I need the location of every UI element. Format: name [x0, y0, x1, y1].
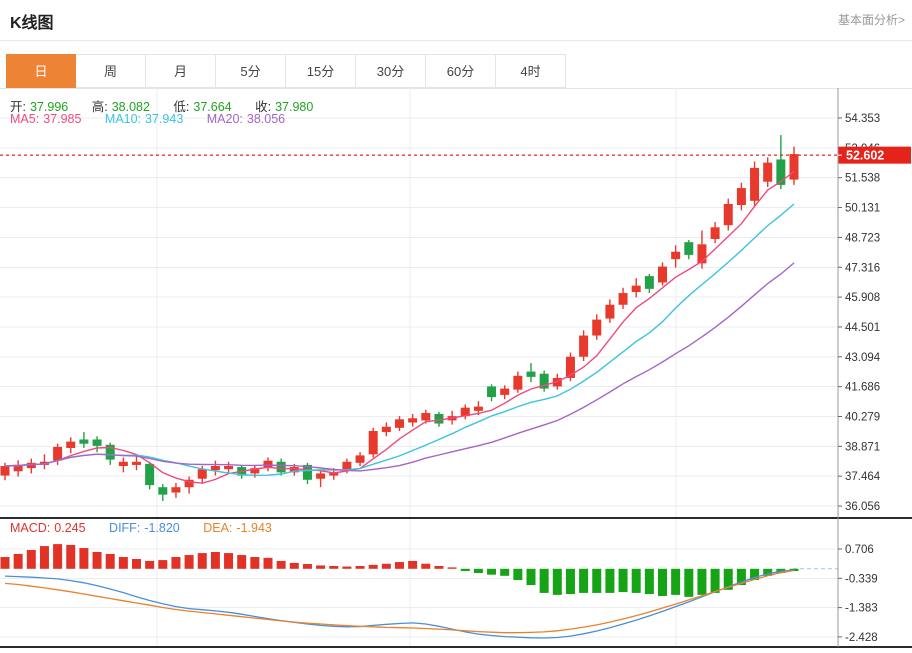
svg-text:37.464: 37.464	[845, 471, 881, 483]
ma5-label: MA5:	[10, 112, 39, 126]
ma5-value: 37.985	[43, 112, 81, 126]
svg-text:44.501: 44.501	[845, 322, 880, 334]
svg-text:47.316: 47.316	[845, 262, 880, 274]
dea-value: -1.943	[236, 521, 271, 535]
svg-text:48.723: 48.723	[845, 232, 880, 244]
ma20-value: 38.056	[247, 112, 285, 126]
svg-text:51.538: 51.538	[845, 173, 880, 185]
fundamental-analysis-link[interactable]: 基本面分析>	[838, 11, 905, 28]
ma20-label: MA20:	[207, 112, 243, 126]
kline-chart[interactable]: 54.35352.94651.53850.13148.72347.31645.9…	[0, 88, 912, 653]
macd-readout: MACD: 0.245 DIFF: -1.820 DEA: -1.943	[10, 521, 292, 535]
tab-15min[interactable]: 15分	[286, 54, 356, 88]
chart-canvas[interactable]: 54.35352.94651.53850.13148.72347.31645.9…	[0, 88, 912, 653]
svg-text:-0.339: -0.339	[845, 573, 878, 585]
header: K线图 基本面分析>	[0, 0, 912, 41]
diff-label: DIFF:	[109, 521, 140, 535]
interval-tabs: 日 周 月 5分 15分 30分 60分 4时	[0, 54, 912, 89]
macd-label: MACD:	[10, 521, 50, 535]
svg-text:38.871: 38.871	[845, 441, 880, 453]
page-title: K线图	[10, 9, 54, 33]
tab-4hour[interactable]: 4时	[496, 54, 566, 88]
svg-text:0.706: 0.706	[845, 544, 874, 556]
ma10-value: 37.943	[145, 112, 183, 126]
tab-5min[interactable]: 5分	[216, 54, 286, 88]
macd-histogram	[1, 544, 799, 597]
axis-labels: 54.35352.94651.53850.13148.72347.31645.9…	[838, 113, 881, 644]
macd-value: 0.245	[54, 521, 85, 535]
svg-text:-1.383: -1.383	[845, 603, 878, 615]
svg-text:41.686: 41.686	[845, 382, 880, 394]
svg-text:40.279: 40.279	[845, 412, 880, 424]
svg-text:36.056: 36.056	[845, 501, 880, 513]
ma10-label: MA10:	[105, 112, 141, 126]
dea-label: DEA:	[203, 521, 232, 535]
svg-text:54.353: 54.353	[845, 113, 880, 125]
tab-day[interactable]: 日	[6, 54, 76, 88]
price-badge: 52.602	[838, 147, 911, 164]
tab-week[interactable]: 周	[76, 54, 146, 88]
diff-value: -1.820	[144, 521, 179, 535]
tab-30min[interactable]: 30分	[356, 54, 426, 88]
kline-app: K线图 基本面分析> 日 周 月 5分 15分 30分 60分 4时 开:37.…	[0, 0, 912, 653]
svg-text:45.908: 45.908	[845, 292, 880, 304]
ma-readout: MA5: 37.985 MA10: 37.943 MA20: 38.056	[10, 112, 305, 126]
svg-text:-2.428: -2.428	[845, 632, 878, 644]
tab-month[interactable]: 月	[146, 54, 216, 88]
svg-text:52.602: 52.602	[846, 149, 884, 163]
tab-60min[interactable]: 60分	[426, 54, 496, 88]
svg-text:50.131: 50.131	[845, 203, 880, 215]
svg-text:43.094: 43.094	[845, 352, 881, 364]
